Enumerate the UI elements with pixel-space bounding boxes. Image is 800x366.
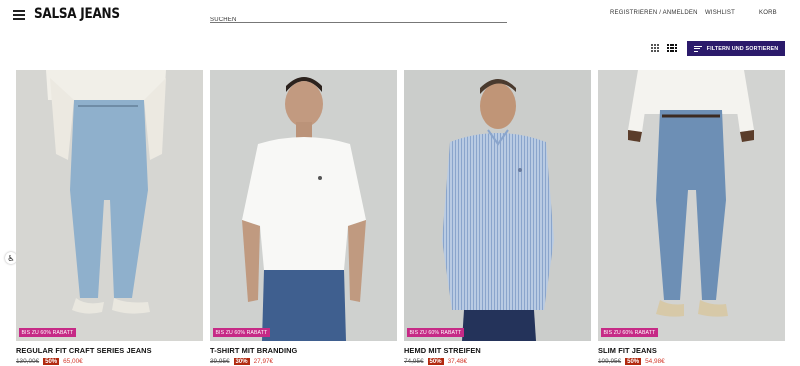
- discount-badge: 50%: [625, 358, 642, 365]
- original-price: 74,95€: [404, 358, 424, 365]
- product-image[interactable]: BIS ZU 60% RABATT: [404, 70, 591, 341]
- sale-badge: BIS ZU 60% RABATT: [601, 328, 658, 337]
- product-card[interactable]: BIS ZU 60% RABATT SLIM FIT JEANS 109,95€…: [598, 70, 785, 365]
- original-price: 130,00€: [16, 358, 40, 365]
- original-price: 109,95€: [598, 358, 622, 365]
- sale-price: 65,00€: [63, 358, 83, 365]
- wishlist-link[interactable]: WISHLIST: [705, 10, 735, 16]
- product-prices: 74,95€ 50% 37,48€: [404, 358, 591, 365]
- tshirt-model-photo: [210, 70, 397, 341]
- original-price: 39,95€: [210, 358, 230, 365]
- sale-price: 54,98€: [645, 358, 665, 365]
- discount-badge: 50%: [43, 358, 60, 365]
- sale-badge: BIS ZU 60% RABATT: [407, 328, 464, 337]
- sale-badge: BIS ZU 60% RABATT: [213, 328, 270, 337]
- grid-view-dense-icon[interactable]: [667, 44, 677, 52]
- product-card[interactable]: BIS ZU 60% RABATT T-SHIRT MIT BRANDING 3…: [210, 70, 397, 365]
- product-image[interactable]: BIS ZU 60% RABATT: [16, 70, 203, 341]
- filter-sort-button[interactable]: FILTERN UND SORTIEREN: [687, 41, 785, 56]
- product-image[interactable]: BIS ZU 60% RABATT: [598, 70, 785, 341]
- product-card[interactable]: BIS ZU 60% RABATT HEMD MIT STREIFEN 74,9…: [404, 70, 591, 365]
- shirt-model-photo: [404, 70, 591, 341]
- cart-link[interactable]: KORB: [759, 10, 777, 16]
- search-bar[interactable]: [210, 8, 507, 27]
- sale-price: 37,48€: [447, 358, 468, 365]
- product-prices: 130,00€ 50% 65,00€: [16, 358, 203, 365]
- sale-price: 27,97€: [253, 358, 274, 365]
- sale-badge: BIS ZU 60% RABATT: [19, 328, 76, 337]
- discount-badge: 50%: [427, 358, 444, 365]
- filter-sort-label: FILTERN UND SORTIEREN: [706, 45, 779, 52]
- filter-icon: [693, 45, 702, 52]
- product-name[interactable]: REGULAR FIT CRAFT SERIES JEANS: [16, 346, 203, 355]
- product-name[interactable]: SLIM FIT JEANS: [598, 346, 785, 355]
- product-prices: 39,95€ 30% 27,97€: [210, 358, 397, 365]
- discount-badge: 30%: [233, 358, 250, 365]
- product-name[interactable]: T-SHIRT MIT BRANDING: [210, 346, 397, 355]
- grid-view-small-icon[interactable]: [651, 44, 659, 52]
- search-input[interactable]: [210, 13, 507, 27]
- site-header: SALSA JEANS REGISTRIEREN / ANMELDEN WISH…: [0, 0, 800, 30]
- product-name[interactable]: HEMD MIT STREIFEN: [404, 346, 591, 355]
- hamburger-menu-icon[interactable]: [13, 10, 25, 20]
- product-card[interactable]: BIS ZU 60% RABATT REGULAR FIT CRAFT SERI…: [16, 70, 203, 365]
- product-image[interactable]: BIS ZU 60% RABATT: [210, 70, 397, 341]
- site-logo[interactable]: SALSA JEANS: [34, 6, 120, 22]
- slim-jeans-model-photo: [598, 70, 785, 341]
- jeans-model-photo: [16, 70, 203, 341]
- register-login-link[interactable]: REGISTRIEREN / ANMELDEN: [610, 10, 698, 16]
- product-prices: 109,95€ 50% 54,98€: [598, 358, 785, 365]
